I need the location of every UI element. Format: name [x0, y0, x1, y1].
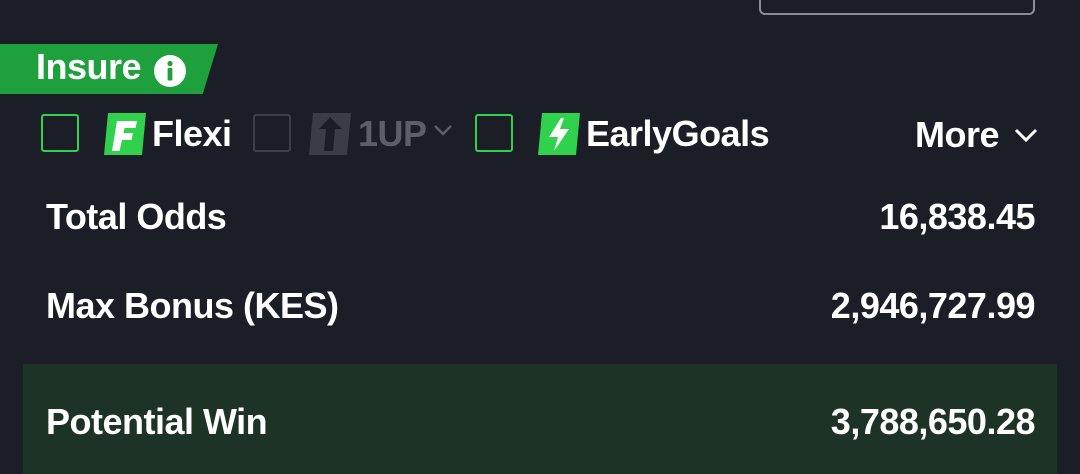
one-up-icon — [309, 113, 351, 155]
more-label: More — [915, 114, 1000, 155]
one-up-checkbox[interactable] — [253, 114, 291, 152]
chevron-down-icon[interactable] — [432, 122, 454, 138]
info-icon[interactable] — [153, 54, 187, 88]
earlygoals-checkbox[interactable] — [475, 114, 513, 152]
max-bonus-value: 2,946,727.99 — [830, 285, 1036, 326]
more-button[interactable]: More — [915, 110, 1039, 160]
chevron-down-icon — [1014, 128, 1038, 143]
one-up-label[interactable]: 1UP — [358, 110, 427, 158]
lightning-icon — [538, 113, 580, 155]
potential-win-value: 3,788,650.28 — [830, 401, 1036, 442]
max-bonus-label: Max Bonus (KES) — [46, 285, 339, 326]
top-input-field[interactable] — [759, 0, 1035, 15]
flexi-label[interactable]: Flexi — [152, 110, 232, 158]
earlygoals-label[interactable]: EarlyGoals — [586, 110, 770, 158]
insure-label: Insure — [36, 46, 142, 87]
flexi-checkbox[interactable] — [41, 114, 79, 152]
potential-win-label: Potential Win — [46, 401, 268, 442]
flexi-icon — [104, 113, 146, 155]
total-odds-label: Total Odds — [46, 196, 227, 237]
total-odds-value: 16,838.45 — [879, 196, 1035, 237]
